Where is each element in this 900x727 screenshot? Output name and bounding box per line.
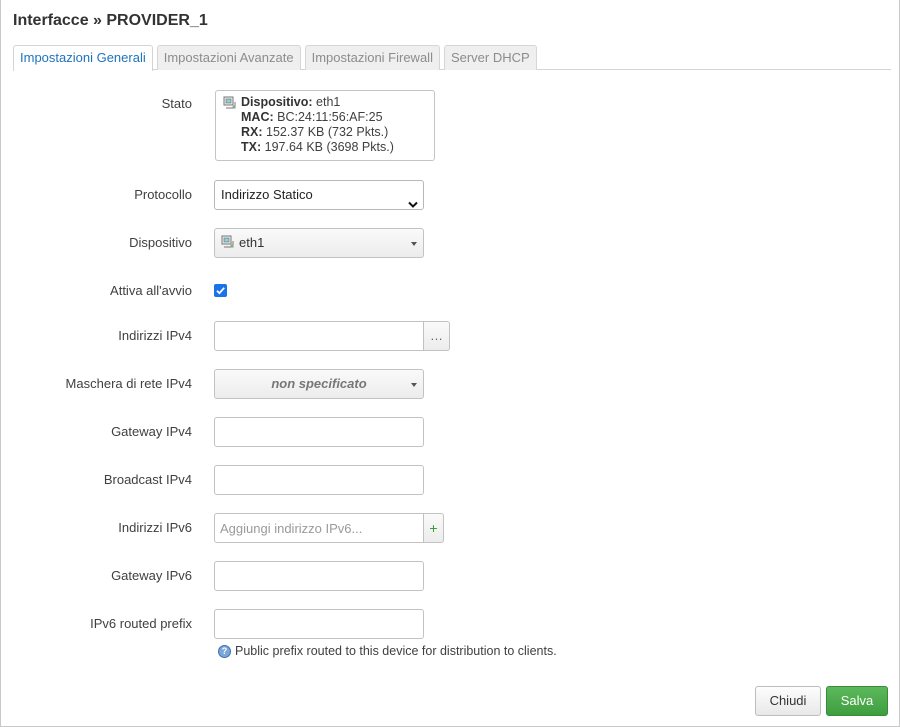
ipv4-netmask-dropdown[interactable]: non specificato [214, 369, 424, 399]
device-value: eth1 [316, 95, 341, 109]
ipv4-netmask-value: non specificato [271, 376, 367, 391]
tab-bar: Impostazioni Generali Impostazioni Avanz… [13, 45, 891, 71]
tab-dhcp-server[interactable]: Server DHCP [443, 45, 537, 70]
ipv4-address-label: Indirizzi IPv4 [118, 328, 192, 343]
tx-value: 197.64 KB (3698 Pkts.) [264, 140, 394, 154]
ipv4-netmask-label: Maschera di rete IPv4 [65, 376, 192, 391]
protocol-label: Protocollo [134, 187, 192, 202]
device-status-box: Dispositivo: eth1 MAC: BC:24:11:56:AF:25… [215, 90, 435, 161]
ipv4-broadcast-label: Broadcast IPv4 [103, 472, 192, 487]
mac-key: MAC: [241, 110, 274, 124]
ipv4-address-input[interactable] [214, 321, 424, 351]
ipv6-gateway-label: Gateway IPv6 [111, 568, 192, 583]
ipv4-gateway-label: Gateway IPv4 [111, 424, 192, 439]
save-button[interactable]: Salva [826, 686, 888, 716]
tab-general-settings[interactable]: Impostazioni Generali [13, 45, 153, 71]
tab-advanced-settings[interactable]: Impostazioni Avanzate [156, 45, 301, 70]
help-icon: ? [218, 644, 231, 658]
protocol-select-value: Indirizzo Statico [221, 187, 313, 202]
tx-key: TX: [241, 140, 262, 154]
tab-firewall-settings[interactable]: Impostazioni Firewall [304, 45, 440, 70]
ipv6-routed-prefix-label: IPv6 routed prefix [90, 616, 192, 631]
network-device-icon [223, 96, 237, 114]
dialog-title: Interfacce » PROVIDER_1 [13, 12, 208, 29]
protocol-select[interactable]: Indirizzo Statico [214, 180, 424, 210]
ipv4-broadcast-input[interactable] [214, 465, 424, 495]
device-label: Dispositivo [129, 235, 192, 250]
mac-value: BC:24:11:56:AF:25 [277, 110, 383, 124]
bring-up-on-boot-label: Attiva all'avvio [110, 283, 192, 298]
ipv6-prefix-hint: ? Public prefix routed to this device fo… [218, 644, 557, 658]
rx-key: RX: [241, 125, 263, 139]
add-ipv6-address-button[interactable]: + [424, 513, 444, 543]
close-button[interactable]: Chiudi [755, 686, 821, 716]
ipv6-prefix-hint-text: Public prefix routed to this device for … [235, 644, 557, 658]
rx-value: 152.37 KB (732 Pkts.) [266, 125, 389, 139]
device-key: Dispositivo: [241, 95, 313, 109]
device-dropdown-value: eth1 [239, 235, 265, 250]
ipv6-gateway-input[interactable] [214, 561, 424, 591]
ipv4-gateway-input[interactable] [214, 417, 424, 447]
ipv4-address-more-button[interactable]: … [424, 321, 450, 351]
caret-down-icon [411, 242, 417, 246]
ipv6-address-input[interactable] [214, 513, 424, 543]
ipv6-routed-prefix-input[interactable] [214, 609, 424, 639]
status-label: Stato [161, 96, 192, 111]
chevron-down-icon [408, 191, 418, 219]
ipv6-address-label: Indirizzi IPv6 [118, 520, 192, 535]
bring-up-on-boot-checkbox[interactable] [214, 284, 227, 297]
caret-down-icon [411, 383, 417, 387]
checkmark-icon [216, 287, 225, 295]
interface-edit-dialog: Interfacce » PROVIDER_1 Impostazioni Gen… [0, 0, 900, 727]
network-device-icon [221, 231, 235, 259]
device-dropdown[interactable]: eth1 [214, 228, 424, 258]
